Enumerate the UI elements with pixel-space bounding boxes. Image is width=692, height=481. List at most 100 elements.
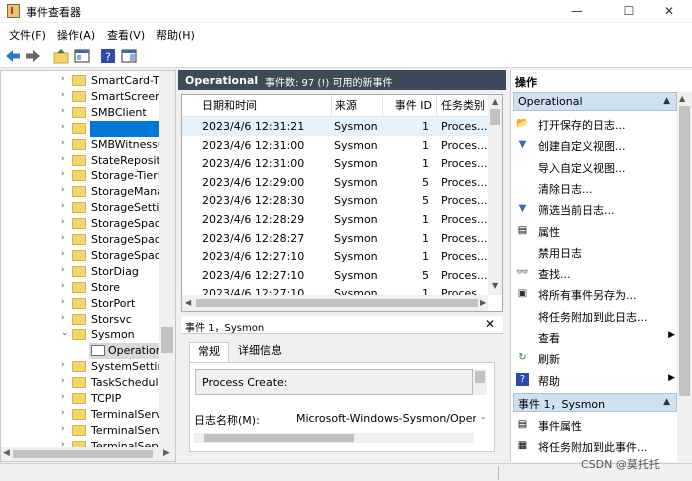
column-header-event-id[interactable]: 事件 ID	[383, 95, 437, 117]
action-item[interactable]: 导入自定义视图...	[513, 157, 677, 178]
tree-item[interactable]: › TCPIP	[1, 391, 161, 407]
column-header-datetime[interactable]: 日期和时间	[182, 95, 332, 117]
menu-action[interactable]: 操作(A)	[57, 27, 95, 43]
expand-arrow-icon[interactable]: ›	[61, 360, 65, 370]
close-button[interactable]: ✕	[646, 0, 692, 22]
table-vertical-scrollbar[interactable]: ▲ ▼	[488, 95, 502, 295]
tree-item[interactable]: › SmartScreen	[1, 89, 162, 105]
column-header-source[interactable]: 来源	[332, 95, 383, 117]
tree-item[interactable]: › StorDiag	[1, 264, 161, 280]
action-item[interactable]: 将任务附加到此日志...	[513, 306, 677, 327]
tree-hscroll-thumb[interactable]	[13, 450, 153, 458]
expand-arrow-icon[interactable]: ›	[61, 376, 65, 386]
action-item[interactable]: ▼ 筛选当前日志...	[513, 199, 677, 220]
tree-scroll-thumb[interactable]	[161, 327, 173, 353]
action-item[interactable]: ▤ 事件属性	[513, 415, 677, 436]
collapse-icon[interactable]: ▲	[663, 96, 670, 106]
table-row[interactable]: 2023/4/6 12:27:10 Sysmon 5 Proces...	[182, 266, 488, 285]
tab-general[interactable]: 常规	[189, 342, 229, 362]
expand-arrow-icon[interactable]: ›	[61, 408, 65, 418]
tree-item[interactable]: › StorageSetting	[1, 200, 173, 216]
action-item[interactable]: ▣ 将所有事件另存为...	[513, 284, 677, 305]
tree-item[interactable]: › StorPort	[1, 296, 161, 312]
expand-arrow-icon[interactable]: ›	[61, 169, 65, 179]
expand-arrow-icon[interactable]: ›	[61, 265, 65, 275]
tree-vertical-scrollbar[interactable]	[159, 71, 175, 447]
tree-item[interactable]: › TerminalServi	[1, 423, 165, 439]
tree-item[interactable]: › StorageManag	[1, 184, 171, 200]
table-row[interactable]: 2023/4/6 12:31:21 Sysmon 1 Proces...	[182, 117, 488, 136]
tree-item[interactable]: › StorageSpace	[1, 248, 168, 264]
detail-scroll-down-icon[interactable]: ⌄	[480, 412, 487, 421]
expand-arrow-icon[interactable]: ›	[61, 233, 65, 243]
message-scrollbar[interactable]	[473, 369, 487, 395]
tree-item[interactable]: › SMBClient	[1, 105, 161, 121]
minimize-button[interactable]: —	[554, 0, 600, 22]
table-scroll-thumb[interactable]	[490, 109, 500, 125]
tab-details[interactable]: 详细信息	[231, 342, 289, 362]
table-row[interactable]: 2023/4/6 12:31:00 Sysmon 1 Proces...	[182, 154, 488, 173]
column-header-task-category[interactable]: 任务类别	[437, 95, 492, 117]
tree-item[interactable]: › Storage-Tierir	[1, 168, 165, 184]
menu-help[interactable]: 帮助(H)	[156, 27, 195, 43]
actions-scrollbar[interactable]: ▲	[677, 92, 692, 462]
tree-item[interactable]: › SystemSetting	[1, 359, 171, 375]
action-item[interactable]: 👓 查找...	[513, 263, 677, 284]
table-row[interactable]: 2023/4/6 12:28:30 Sysmon 5 Proces...	[182, 191, 488, 210]
help-icon[interactable]: ?	[99, 47, 117, 65]
action-item[interactable]: ▦ 将任务附加到此事件...	[513, 436, 677, 457]
tree-item[interactable]: ›	[1, 120, 175, 137]
collapse-icon[interactable]: ▲	[663, 397, 670, 407]
detail-close-button[interactable]: ✕	[485, 317, 495, 331]
expand-arrow-icon[interactable]: ›	[61, 281, 65, 291]
action-item[interactable]: 查看 ▶	[513, 327, 677, 348]
table-row[interactable]: 2023/4/6 12:29:00 Sysmon 5 Proces...	[182, 173, 488, 192]
expand-arrow-icon[interactable]: ›	[61, 297, 65, 307]
detail-hscrollbar[interactable]	[194, 433, 474, 443]
tree-horizontal-scrollbar[interactable]: ◀ ▶	[1, 447, 175, 461]
expand-arrow-icon[interactable]: ›	[61, 154, 65, 164]
action-item[interactable]: ▼ 创建自定义视图...	[513, 135, 677, 156]
event-message-box[interactable]: Process Create:	[195, 369, 473, 395]
table-row[interactable]: 2023/4/6 12:28:27 Sysmon 1 Proces...	[182, 229, 488, 248]
menu-file[interactable]: 文件(F)	[9, 27, 46, 43]
expand-arrow-icon[interactable]: ›	[61, 249, 65, 259]
expand-arrow-icon[interactable]: ⌄	[61, 328, 69, 338]
table-horizontal-scrollbar[interactable]: ◀ ▶	[182, 295, 488, 311]
action-item[interactable]: ? 帮助 ▶	[513, 370, 677, 391]
expand-arrow-icon[interactable]: ›	[61, 424, 65, 434]
tree-item[interactable]: › SmartCard-TP	[1, 73, 166, 89]
table-row[interactable]: 2023/4/6 12:31:00 Sysmon 1 Proces...	[182, 136, 488, 155]
action-item[interactable]: ↻ 刷新	[513, 348, 677, 369]
tree-item[interactable]: Operationa	[1, 343, 169, 360]
tree-item[interactable]: › SMBWitnessC	[1, 137, 166, 153]
tree-item[interactable]: › Store	[1, 280, 161, 296]
folder-up-icon[interactable]	[52, 47, 70, 65]
expand-arrow-icon[interactable]: ›	[61, 217, 65, 227]
tree-item[interactable]: › StateReposito	[1, 153, 168, 169]
menu-view[interactable]: 查看(V)	[107, 27, 145, 43]
expand-arrow-icon[interactable]: ›	[61, 313, 65, 323]
tree-item[interactable]: › StorageSpace	[1, 216, 168, 232]
tree-item[interactable]: › TaskSchedule	[1, 375, 165, 391]
tree-item[interactable]: › TerminalServi	[1, 407, 165, 423]
back-icon[interactable]	[4, 47, 22, 65]
console-tree-icon[interactable]	[73, 47, 91, 65]
expand-arrow-icon[interactable]: ›	[61, 106, 65, 116]
expand-arrow-icon[interactable]: ›	[61, 201, 65, 211]
table-row[interactable]: 2023/4/6 12:28:29 Sysmon 1 Proces...	[182, 210, 488, 229]
expand-arrow-icon[interactable]: ›	[61, 74, 65, 84]
properties-pane-icon[interactable]	[120, 47, 138, 65]
action-item[interactable]: 清除日志...	[513, 178, 677, 199]
tree-item[interactable]: › Storsvc	[1, 312, 161, 328]
expand-arrow-icon[interactable]: ›	[61, 90, 65, 100]
actions-section-header[interactable]: 事件 1，Sysmon ▲	[513, 392, 677, 412]
table-hscroll-thumb[interactable]	[196, 299, 478, 307]
expand-arrow-icon[interactable]: ›	[61, 185, 65, 195]
action-item[interactable]: ▤ 属性	[513, 221, 677, 242]
expand-arrow-icon[interactable]: ›	[61, 138, 65, 148]
action-item[interactable]: 📂 打开保存的日志...	[513, 114, 677, 135]
forward-icon[interactable]	[24, 47, 42, 65]
actions-scroll-thumb[interactable]	[679, 106, 690, 396]
actions-section-header[interactable]: Operational ▲	[513, 92, 677, 111]
